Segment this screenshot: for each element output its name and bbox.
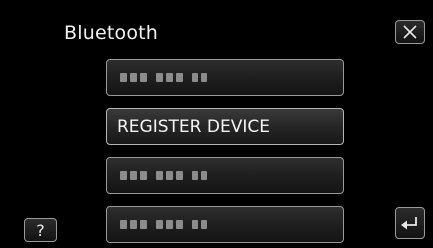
register-device-button[interactable]: REGISTER DEVICE xyxy=(106,108,344,145)
menu-item-1[interactable] xyxy=(106,59,344,96)
masked-text xyxy=(107,171,216,180)
masked-text xyxy=(107,73,216,82)
close-button[interactable] xyxy=(395,20,425,44)
back-button[interactable] xyxy=(395,207,425,239)
close-icon xyxy=(403,25,417,39)
menu-item-3[interactable] xyxy=(106,157,344,194)
masked-text xyxy=(107,220,216,229)
menu-item-4[interactable] xyxy=(106,206,344,243)
page-title: Bluetooth xyxy=(64,22,159,44)
help-label: ? xyxy=(36,220,45,240)
return-arrow-icon xyxy=(401,217,417,230)
register-device-label: REGISTER DEVICE xyxy=(117,116,270,137)
help-button[interactable]: ? xyxy=(24,218,57,242)
